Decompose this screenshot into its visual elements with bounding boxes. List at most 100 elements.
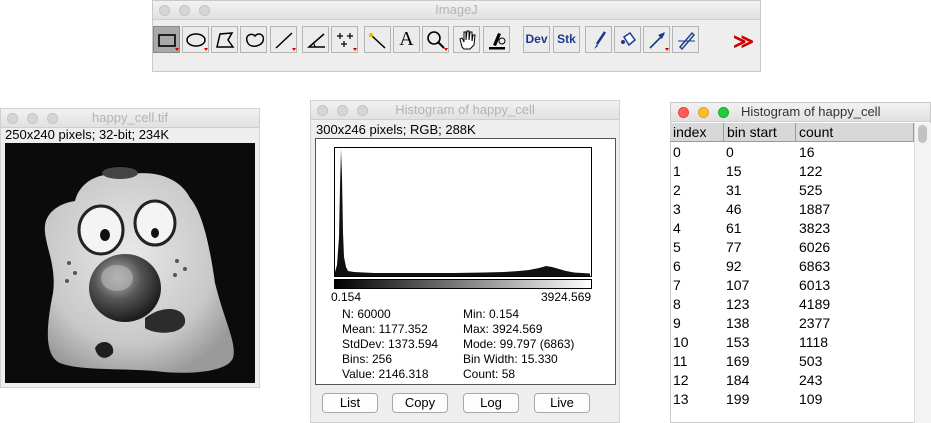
table-row[interactable]: 4 61 3823 <box>671 219 914 238</box>
window-title: ImageJ <box>435 2 478 17</box>
cell-index: 6 <box>673 258 681 274</box>
cell-count: 6863 <box>799 258 831 274</box>
text-tool[interactable]: A <box>393 26 420 53</box>
cell-bin-start: 46 <box>726 201 742 217</box>
brush-tool[interactable] <box>585 26 612 53</box>
cell-count: 1118 <box>799 334 829 350</box>
stat-min: Min: 0.154 <box>463 307 520 321</box>
zoom-button[interactable] <box>718 107 729 118</box>
cell-bin-start: 0 <box>726 144 734 160</box>
cell-bin-start: 138 <box>726 315 750 331</box>
scroll-tool[interactable] <box>453 26 480 53</box>
zoom-tool[interactable] <box>422 26 449 53</box>
table-row[interactable]: 10 153 1118 <box>671 333 914 352</box>
hand-icon <box>459 30 476 50</box>
column-header-index[interactable]: index <box>670 123 724 142</box>
copy-button[interactable]: Copy <box>392 393 448 413</box>
table-row[interactable]: 0 0 16 <box>671 143 914 162</box>
more-tools[interactable]: ≫ <box>730 26 757 53</box>
lut-bar <box>334 279 592 289</box>
wand-icon <box>368 32 386 49</box>
table-row[interactable]: 5 77 6026 <box>671 238 914 257</box>
cell-count: 122 <box>799 163 823 179</box>
close-button[interactable] <box>678 107 689 118</box>
pencil-tool[interactable] <box>672 26 699 53</box>
minimize-button[interactable] <box>698 107 709 118</box>
cell-index: 10 <box>673 334 689 350</box>
multipoint-icon <box>337 33 357 51</box>
multipoint-tool[interactable] <box>331 26 358 53</box>
scrollbar-thumb[interactable] <box>918 125 927 143</box>
rectangle-tool[interactable] <box>153 26 180 53</box>
log-button[interactable]: Log <box>463 393 519 413</box>
cell-count: 6013 <box>799 277 831 293</box>
column-header-bin-start[interactable]: bin start <box>724 123 796 142</box>
cell-image[interactable] <box>5 143 255 383</box>
stack-icon: Stk <box>557 32 576 46</box>
window-title: Histogram of happy_cell <box>741 104 881 119</box>
pencil-icon <box>678 31 695 51</box>
stat-max: Max: 3924.569 <box>463 322 543 336</box>
column-header-count[interactable]: count <box>796 123 914 142</box>
bucket-icon <box>621 31 637 47</box>
image-titlebar: happy_cell.tif <box>1 109 259 128</box>
axis-min-label: 0.154 <box>331 290 362 304</box>
cell-index: 9 <box>673 315 681 331</box>
cell-index: 1 <box>673 163 681 179</box>
cell-index: 11 <box>673 353 688 369</box>
cell-bin-start: 61 <box>726 220 742 236</box>
table-row[interactable]: 7 107 6013 <box>671 276 914 295</box>
oval-tool[interactable] <box>182 26 209 53</box>
table-row[interactable]: 1 15 122 <box>671 162 914 181</box>
histogram-titlebar: Histogram of happy_cell <box>311 101 619 120</box>
flood-fill-tool[interactable] <box>614 26 641 53</box>
table-row[interactable]: 13 199 109 <box>671 390 914 409</box>
cell-count: 2377 <box>799 315 831 331</box>
line-tool[interactable] <box>270 26 297 53</box>
cell-bin-start: 184 <box>726 372 750 388</box>
cell-bin-start: 15 <box>726 163 742 179</box>
cell-bin-start: 77 <box>726 239 742 255</box>
arrow-icon <box>649 32 669 51</box>
table-row[interactable]: 2 31 525 <box>671 181 914 200</box>
cell-count: 4189 <box>799 296 831 312</box>
table-row[interactable]: 6 92 6863 <box>671 257 914 276</box>
arrow-tool[interactable] <box>643 26 670 53</box>
stat-n: N: 60000 <box>342 307 391 321</box>
imagej-toolbar-window: ImageJ A Dev Stk ≫ <box>152 0 761 72</box>
cell-count: 3823 <box>799 220 831 236</box>
histogram-plot <box>334 147 592 277</box>
table-row[interactable]: 9 138 2377 <box>671 314 914 333</box>
angle-tool[interactable] <box>302 26 329 53</box>
window-title: happy_cell.tif <box>92 110 168 125</box>
cell-count: 16 <box>799 144 815 160</box>
cell-index: 4 <box>673 220 681 236</box>
stat-bins: Bins: 256 <box>342 352 393 366</box>
cell-count: 243 <box>799 372 823 388</box>
image-window: happy_cell.tif 250x240 pixels; 32-bit; 2… <box>0 108 260 388</box>
histogram-info: 300x246 pixels; RGB; 288K <box>316 122 476 137</box>
freehand-tool[interactable] <box>240 26 267 53</box>
text-icon: A <box>399 28 414 50</box>
line-icon <box>275 32 296 51</box>
cell-index: 3 <box>673 201 681 217</box>
cell-index: 0 <box>673 144 681 160</box>
table-row[interactable]: 8 123 4189 <box>671 295 914 314</box>
wand-tool[interactable] <box>364 26 391 53</box>
table-scrollbar[interactable] <box>914 123 931 423</box>
image-info: 250x240 pixels; 32-bit; 234K <box>5 127 170 142</box>
stk-menu-tool[interactable]: Stk <box>553 26 580 53</box>
list-button[interactable]: List <box>322 393 378 413</box>
cell-bin-start: 92 <box>726 258 742 274</box>
color-picker-tool[interactable] <box>483 26 510 53</box>
stat-count: Count: 58 <box>463 367 516 381</box>
double-chevron-icon: ≫ <box>733 31 754 53</box>
table-row[interactable]: 3 46 1887 <box>671 200 914 219</box>
stat-value: Value: 2146.318 <box>342 367 429 381</box>
table-row[interactable]: 12 184 243 <box>671 371 914 390</box>
dev-menu-tool[interactable]: Dev <box>523 26 550 53</box>
table-row[interactable]: 11 169 503 <box>671 352 914 371</box>
live-button[interactable]: Live <box>534 393 590 413</box>
polygon-tool[interactable] <box>211 26 238 53</box>
cell-index: 7 <box>673 277 681 293</box>
